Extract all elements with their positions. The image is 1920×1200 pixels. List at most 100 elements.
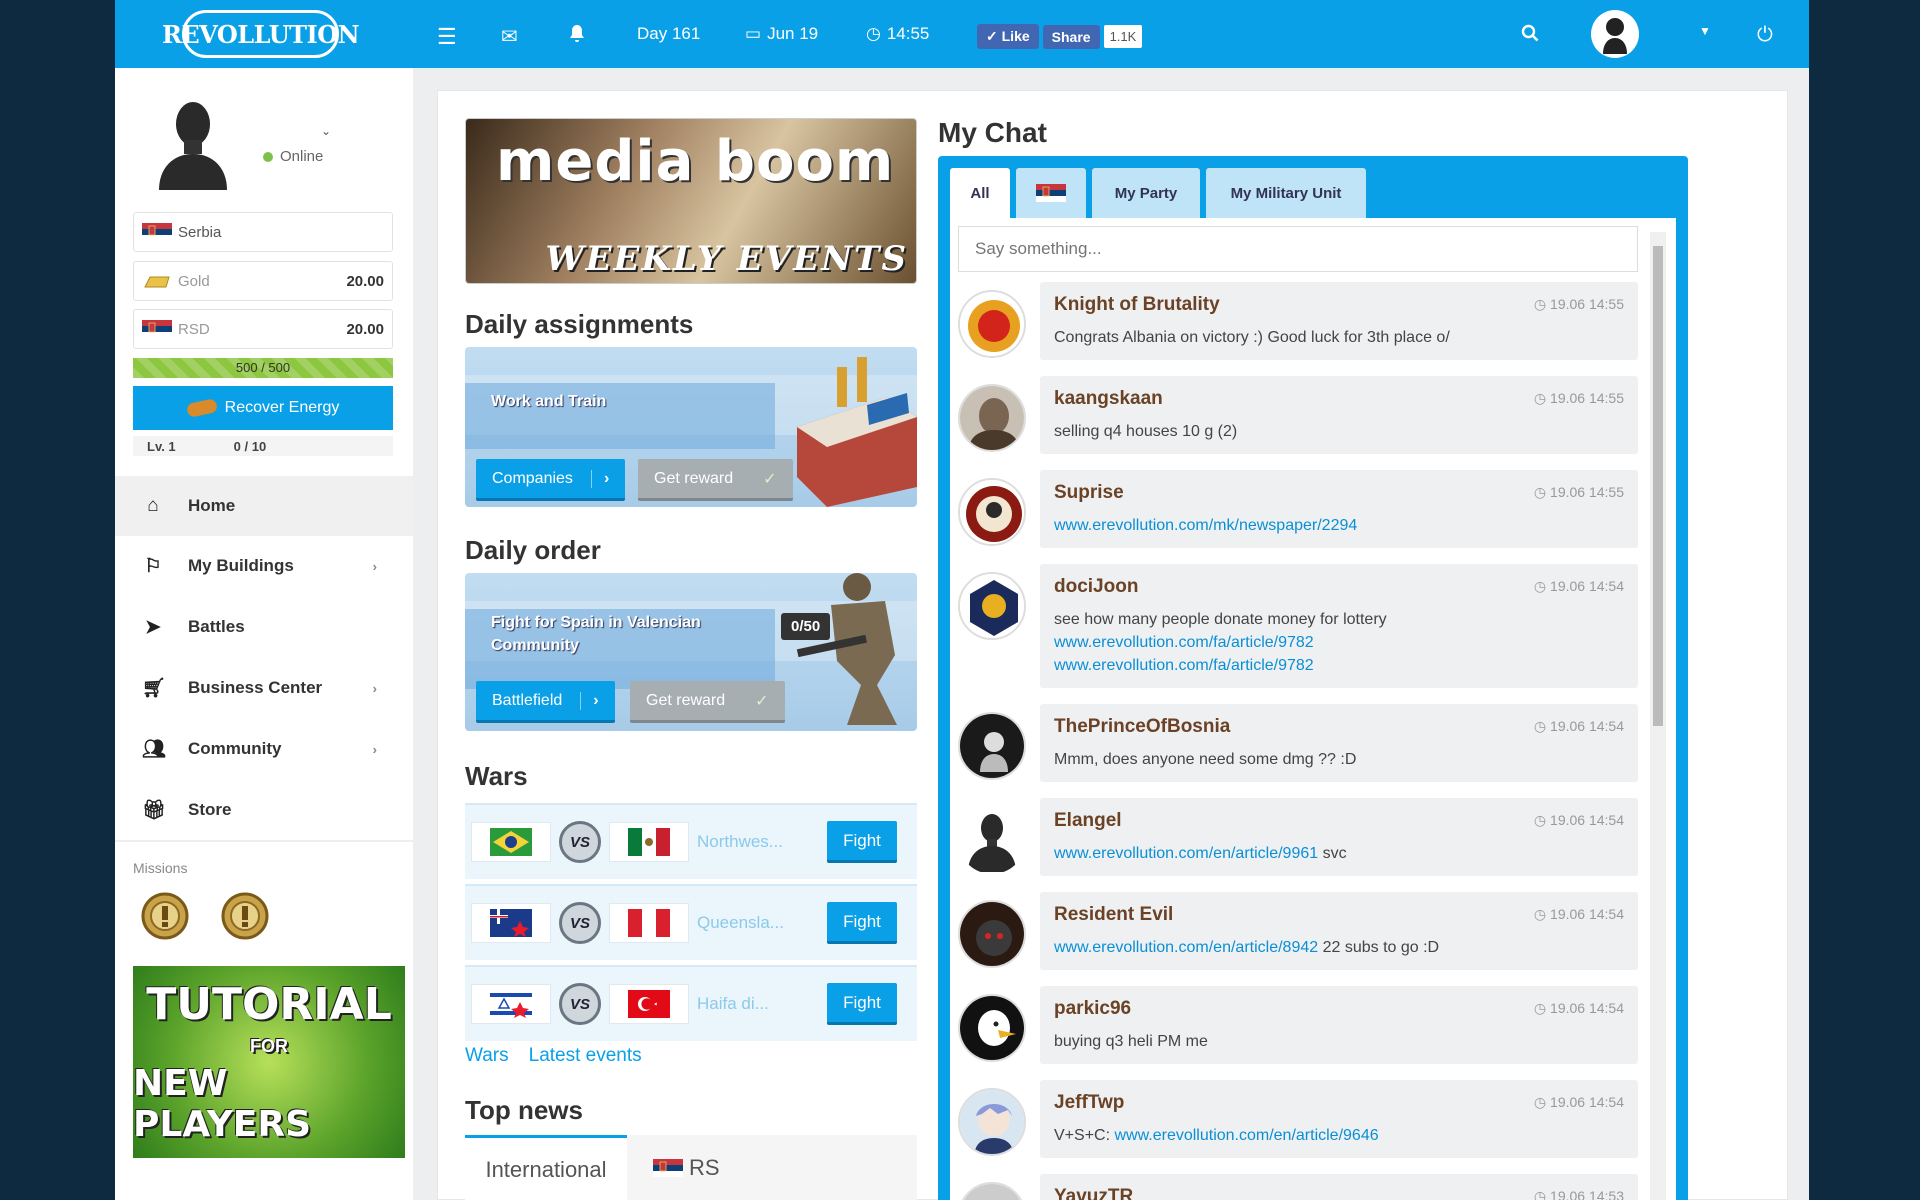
message-avatar[interactable]: [958, 900, 1026, 968]
fight-button[interactable]: Fight: [827, 983, 897, 1025]
war-row: VS Northwes... Fight: [465, 803, 917, 879]
chevron-right-icon: ›: [372, 680, 377, 696]
user-avatar[interactable]: [1591, 10, 1639, 58]
war-region-name[interactable]: Queensla...: [697, 913, 784, 933]
wars-link[interactable]: Wars: [465, 1045, 509, 1067]
message-avatar[interactable]: [958, 290, 1026, 358]
message-time: ◷ 19.06 14:53: [1533, 1188, 1624, 1200]
chat-tab-country[interactable]: [1016, 168, 1086, 218]
tab-rs[interactable]: RS: [653, 1135, 720, 1200]
serbia-flag-icon: [1036, 184, 1066, 202]
fight-button[interactable]: Fight: [827, 902, 897, 944]
message-bubble: dociJoon ◷ 19.06 14:54 see how many peop…: [1040, 564, 1638, 688]
country-field[interactable]: Serbia: [133, 212, 393, 252]
nav-home[interactable]: ⌂ Home: [115, 476, 413, 536]
logo[interactable]: REVOLLUTION: [162, 10, 360, 58]
order-get-reward-button[interactable]: Get reward ✓: [630, 681, 785, 723]
cart-icon: 🛒︎: [142, 678, 167, 699]
mission-medal-icon[interactable]: [219, 890, 271, 942]
chat-input[interactable]: [958, 226, 1638, 272]
currency-balance: RSD 20.00: [133, 309, 393, 349]
message-avatar[interactable]: [958, 478, 1026, 546]
peru-flag-icon: [609, 903, 689, 943]
message-avatar[interactable]: [958, 1088, 1026, 1156]
chat-tab-my-party[interactable]: My Party: [1092, 168, 1200, 218]
mail-icon[interactable]: ✉: [501, 24, 518, 49]
scrollbar-thumb[interactable]: [1653, 246, 1663, 726]
chat-tab-my-military-unit[interactable]: My Military Unit: [1206, 168, 1366, 218]
chevron-right-icon: ›: [590, 469, 609, 488]
power-icon[interactable]: ⏻: [1757, 24, 1773, 47]
nav-business-center[interactable]: 🛒︎ Business Center ›: [115, 658, 413, 718]
tab-international[interactable]: International: [465, 1135, 627, 1200]
mission-medal-icon[interactable]: [139, 890, 191, 942]
serbia-flag-icon: [142, 223, 172, 241]
search-icon[interactable]: [1521, 24, 1539, 42]
gift-icon: 🎁︎: [142, 800, 167, 821]
message-bubble: YavuzTR ◷ 19.06 14:53: [1040, 1174, 1638, 1200]
message-avatar[interactable]: [958, 712, 1026, 780]
time-display: ◷ 14:55: [866, 24, 930, 43]
wars-heading: Wars: [465, 761, 528, 791]
tutorial-banner[interactable]: TUTORIAL FOR NEW PLAYERS: [133, 966, 405, 1158]
top-news-heading: Top news: [465, 1095, 583, 1125]
war-row: VS Queensla... Fight: [465, 884, 917, 960]
bread-icon: [185, 398, 218, 418]
calendar-icon: ▭: [745, 24, 762, 43]
fb-like-button[interactable]: ✓ Like: [977, 24, 1039, 49]
war-region-name[interactable]: Northwes...: [697, 832, 783, 852]
message-bubble: Elangel ◷ 19.06 14:54 www.erevollution.c…: [1040, 798, 1638, 876]
message-avatar[interactable]: [958, 384, 1026, 452]
message-time: ◷ 19.06 14:54: [1533, 578, 1624, 594]
fb-share-button[interactable]: Share: [1042, 24, 1100, 49]
vs-icon: VS: [559, 902, 601, 944]
companies-button[interactable]: Companies ›: [476, 459, 626, 501]
gold-balance: Gold 20.00: [133, 261, 393, 301]
message-time: ◷ 19.06 14:54: [1533, 1000, 1624, 1016]
online-status: Online: [263, 148, 323, 165]
bell-icon[interactable]: [568, 24, 586, 44]
profile-avatar[interactable]: [153, 98, 233, 190]
israel-flag-icon: [471, 984, 551, 1024]
assignment-title: Work and Train: [491, 393, 607, 410]
message-time: ◷ 19.06 14:55: [1533, 390, 1624, 406]
nav-store[interactable]: 🎁︎ Store: [115, 780, 413, 840]
war-row: VS Haifa di... Fight: [465, 965, 917, 1041]
fight-button[interactable]: Fight: [827, 821, 897, 863]
nav-community[interactable]: 👥︎ Community ›: [115, 719, 413, 779]
message-link[interactable]: www.erevollution.com/fa/article/9782: [1054, 634, 1314, 651]
media-boom-banner[interactable]: media boom WEEKLY EVENTS: [465, 118, 917, 284]
message-avatar[interactable]: [958, 572, 1026, 640]
message-link[interactable]: www.erevollution.com/en/article/9646: [1114, 1127, 1378, 1144]
message-bubble: Suprise ◷ 19.06 14:55 www.erevollution.c…: [1040, 470, 1638, 548]
message-link[interactable]: www.erevollution.com/mk/newspaper/2294: [1054, 517, 1357, 534]
chat-body: Knight of Brutality ◷ 19.06 14:55 Congra…: [950, 218, 1676, 1200]
message-avatar[interactable]: [958, 806, 1026, 874]
user-dropdown-icon[interactable]: ▼: [1699, 24, 1711, 38]
nav-my-buildings[interactable]: ⚐ My Buildings ›: [115, 536, 413, 596]
message-link[interactable]: www.erevollution.com/en/article/9961: [1054, 845, 1318, 862]
message-text: see how many people donate money for lot…: [1054, 611, 1387, 628]
assignment-get-reward-button[interactable]: Get reward ✓: [638, 459, 793, 501]
check-icon: ✓: [755, 692, 769, 710]
message-avatar[interactable]: [958, 994, 1026, 1062]
day-counter: Day 161: [637, 24, 701, 43]
daily-order-heading: Daily order: [465, 535, 601, 565]
profile-dropdown-icon[interactable]: ⌄: [321, 124, 331, 138]
menu-icon[interactable]: ☰: [437, 24, 457, 50]
message-avatar[interactable]: [958, 1182, 1026, 1200]
recover-energy-button[interactable]: Recover Energy: [133, 386, 393, 430]
message-link[interactable]: www.erevollution.com/en/article/8942: [1054, 939, 1318, 956]
message-link[interactable]: www.erevollution.com/fa/article/9782: [1054, 657, 1314, 674]
battlefield-button[interactable]: Battlefield ›: [476, 681, 615, 723]
left-sidebar: ⌄ Online Serbia Gold 20.00 RSD 20.00 500…: [115, 68, 413, 1200]
chat-tab-all[interactable]: All: [950, 168, 1010, 218]
mexico-flag-icon: [609, 822, 689, 862]
chat-scrollbar[interactable]: [1650, 232, 1666, 1200]
nav-battles[interactable]: ➤ Battles: [115, 597, 413, 657]
check-icon: ✓: [763, 470, 777, 488]
app-window: REVOLLUTION ☰ ✉ Day 161 ▭ Jun 19 ◷ 14:55 ✓…: [115, 0, 1809, 1200]
gold-bar-icon: [144, 276, 170, 288]
latest-events-link[interactable]: Latest events: [529, 1045, 642, 1067]
war-region-name[interactable]: Haifa di...: [697, 994, 769, 1014]
